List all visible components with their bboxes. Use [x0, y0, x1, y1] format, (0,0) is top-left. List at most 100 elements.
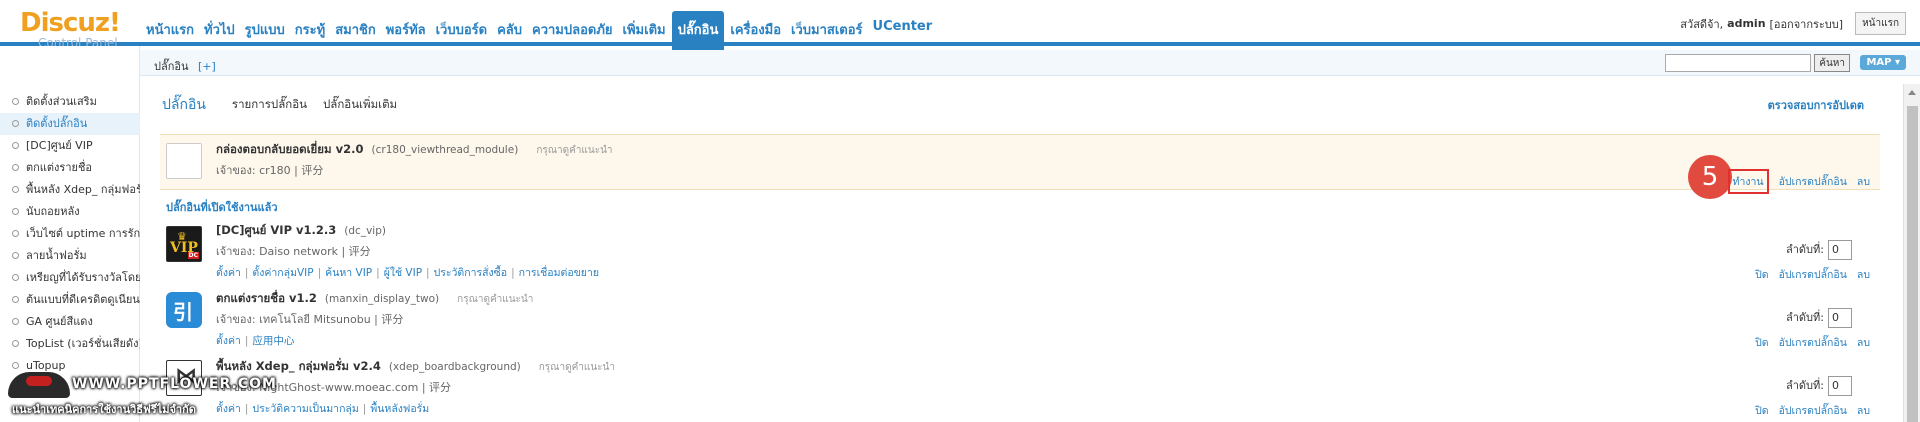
activate-plugin-button[interactable]: ทำงาน — [1727, 169, 1769, 194]
check-update-link[interactable]: ตรวจสอบการอัปเดต — [1768, 96, 1864, 114]
nav-members[interactable]: สมาชิก — [331, 12, 380, 50]
sidebar-item-credit-template[interactable]: ต้นแบบที่ดีเครดิตดูเนียน — [0, 289, 140, 311]
upgrade-plugin-link[interactable]: อัปเกรดปลั๊กอิน — [1779, 266, 1847, 283]
plugin-links: ตั้งค่า | ตั้งค่ากลุ่มVIP | ค้นหา VIP | ผู้ใช้… — [216, 267, 600, 279]
nav-threads[interactable]: กระทู้ — [291, 12, 329, 50]
plugin-order: ลำดับที่: 0 — [1786, 308, 1852, 328]
nav-security[interactable]: ความปลอดภัย — [528, 12, 617, 50]
disable-plugin-link[interactable]: ปิด — [1755, 266, 1768, 283]
breadcrumb-current: ปลั๊กอิน — [154, 60, 189, 73]
add-shortcut-link[interactable]: [+] — [198, 60, 216, 73]
plugin-recommend: กรุณาดูคำแนะนำ — [538, 362, 615, 373]
main-scrollbar[interactable] — [1903, 84, 1920, 422]
plugin-settings-link[interactable]: ตั้งค่า — [216, 335, 241, 347]
bullet-icon — [12, 164, 19, 171]
vip-search-link[interactable]: ค้นหา VIP — [325, 267, 372, 279]
order-label: ลำดับที่: — [1785, 243, 1824, 256]
main-content: ปลั๊กอิน รายการปลั๊กอิน ปลั๊กอินเพิ่มเติ… — [160, 84, 1880, 422]
plugin-settings-link[interactable]: ตั้งค่า — [216, 267, 241, 279]
sidebar-item-install-plugins[interactable]: ติดตั้งปลั๊กอิน — [0, 113, 140, 135]
order-input[interactable]: 0 — [1828, 308, 1852, 328]
sidebar-item-label: ติดตั้งส่วนเสริม — [26, 95, 97, 108]
nav-ucenter[interactable]: UCenter — [869, 12, 937, 50]
sidebar-item-auto-medals[interactable]: เหรียญที่ได้รับรางวัลโดยอัตโนมัติ — [0, 267, 140, 289]
nav-plugins[interactable]: ปลั๊กอิน — [671, 11, 725, 50]
top-header: Discuz! Control Panel หน้าแรก ทั่วไป รูป… — [0, 0, 1920, 50]
scrollbar-thumb[interactable] — [1907, 106, 1918, 422]
plugin-name: [DC]ศูนย์ VIP v1.2.3 — [216, 223, 337, 237]
delete-plugin-link[interactable]: ลบ — [1857, 169, 1870, 194]
bullet-icon — [12, 296, 19, 303]
plugin-order: ลำดับที่: 0 — [1786, 240, 1852, 260]
map-button[interactable]: MAP ▾ — [1860, 55, 1906, 70]
nav-forum[interactable]: เว็บบอร์ด — [432, 12, 491, 50]
sidebar: ติดตั้งส่วนเสริม ติดตั้งปลั๊กอิน [DC]ศูน… — [0, 46, 140, 422]
group-history-link[interactable]: ประวัติความเป็นมากลุ่ม — [252, 403, 358, 415]
bullet-icon — [12, 230, 19, 237]
nav-style[interactable]: รูปแบบ — [241, 12, 289, 50]
extension-link[interactable]: การเชื่อมต่อขยาย — [519, 267, 599, 279]
scroll-up-arrow-icon[interactable] — [1908, 90, 1916, 95]
delete-plugin-link[interactable]: ลบ — [1857, 402, 1870, 419]
bullet-icon — [12, 186, 19, 193]
vip-users-link[interactable]: ผู้ใช้ VIP — [384, 267, 422, 279]
order-input[interactable]: 0 — [1828, 240, 1852, 260]
order-history-link[interactable]: ประวัติการสั่งซื้อ — [434, 267, 508, 279]
plugin-actions: ปิด อัปเกรดปลั๊กอิน ลบ — [1755, 266, 1870, 283]
order-input[interactable]: 0 — [1828, 376, 1852, 396]
sidebar-item-display-names[interactable]: ตกแต่งรายชื่อ — [0, 157, 140, 179]
search-button[interactable]: ค้นหา — [1814, 54, 1850, 72]
nav-portal[interactable]: พอร์ทัล — [382, 12, 430, 50]
logout-link[interactable]: [ออกจากระบบ] — [1770, 15, 1844, 33]
plugin-settings-link[interactable]: ตั้งค่า — [216, 403, 241, 415]
sidebar-item-label: GA ศูนย์สีแดง — [26, 315, 93, 328]
vip-icon: ♛ VIP DC — [166, 226, 202, 262]
nav-tools[interactable]: เครื่องมือ — [726, 12, 785, 50]
upgrade-plugin-link[interactable]: อัปเกรดปลั๊กอิน — [1779, 402, 1847, 419]
nav-extended[interactable]: เพิ่มเติม — [619, 12, 670, 50]
sidebar-item-dc-vip[interactable]: [DC]ศูนย์ VIP — [0, 135, 140, 157]
search-input[interactable] — [1665, 54, 1812, 72]
upgrade-plugin-link[interactable]: อัปเกรดปลั๊กอิน — [1779, 334, 1847, 351]
upgrade-plugin-link[interactable]: อัปเกรดปลั๊กอิน — [1779, 169, 1847, 194]
nav-club[interactable]: คลับ — [493, 12, 526, 50]
disable-plugin-link[interactable]: ปิด — [1755, 334, 1768, 351]
forum-background-link[interactable]: พื้นหลังฟอรั่ม — [370, 403, 429, 415]
plugin-title: พื้นหลัง Xdep_ กลุ่มฟอรั่ม v2.4 (xdep_bo… — [216, 358, 615, 376]
sidebar-item-countdown[interactable]: นับถอยหลัง — [0, 201, 140, 223]
sidebar-item-uptime[interactable]: เว็บไซต์ uptime การรักษา — [0, 223, 140, 245]
app-center-link[interactable]: 应用中心 — [252, 335, 294, 347]
delete-plugin-link[interactable]: ลบ — [1857, 334, 1870, 351]
tab-plugin-list[interactable]: รายการปลั๊กอิน — [232, 96, 307, 114]
sidebar-item-ga-red[interactable]: GA ศูนย์สีแดง — [0, 311, 140, 333]
top-navigation: หน้าแรก ทั่วไป รูปแบบ กระทู้ สมาชิก พอร์… — [142, 11, 938, 50]
plugin-links: ตั้งค่า | ประวัติความเป็นมากลุ่ม | พื้นหลังฟ… — [216, 403, 430, 415]
user-area: สวัสดีจ้า, admin [ออกจากระบบ] หน้าแรก — [1680, 12, 1906, 35]
sidebar-item-install-addons[interactable]: ติดตั้งส่วนเสริม — [0, 91, 140, 113]
plugin-placeholder-icon — [166, 143, 202, 179]
delete-plugin-link[interactable]: ลบ — [1857, 266, 1870, 283]
sidebar-item-watermark[interactable]: ลายน้ำฟอรั่ม — [0, 245, 140, 267]
logo-title: Discuz! — [20, 8, 121, 38]
plugin-order: ลำดับที่: 0 — [1786, 376, 1852, 396]
nav-webmaster[interactable]: เว็บมาสเตอร์ — [787, 12, 866, 50]
bullet-icon — [12, 274, 19, 281]
watermark-url: WWW.PPTFLOWER.COM — [72, 376, 277, 392]
plugin-title: กล่องตอบกลับยอดเยี่ยม v2.0 (cr180_viewth… — [216, 141, 613, 159]
site-home-button[interactable]: หน้าแรก — [1855, 12, 1906, 35]
nav-general[interactable]: ทั่วไป — [200, 12, 239, 50]
sidebar-menu: ติดตั้งส่วนเสริม ติดตั้งปลั๊กอิน [DC]ศูน… — [0, 91, 140, 377]
bullet-icon — [12, 98, 19, 105]
sidebar-item-toplist[interactable]: TopList (เวอร์ชั่นเสียดัง) — [0, 333, 140, 355]
bullet-icon — [12, 120, 19, 127]
bullet-icon — [12, 318, 19, 325]
disable-plugin-link[interactable]: ปิด — [1755, 402, 1768, 419]
tab-more-plugins[interactable]: ปลั๊กอินเพิ่มเติม — [323, 96, 397, 114]
plugin-author: เจ้าของ: cr180 | 评分 — [216, 164, 324, 177]
sidebar-item-xdep-background[interactable]: พื้นหลัง Xdep_ กลุ่มฟอรั่ม — [0, 179, 140, 201]
vip-group-settings-link[interactable]: ตั้งค่ากลุ่มVIP — [252, 267, 313, 279]
discuz-logo[interactable]: Discuz! Control Panel — [20, 8, 121, 50]
page-title: ปลั๊กอิน — [162, 97, 206, 113]
bullet-icon — [12, 142, 19, 149]
nav-home[interactable]: หน้าแรก — [142, 12, 198, 50]
